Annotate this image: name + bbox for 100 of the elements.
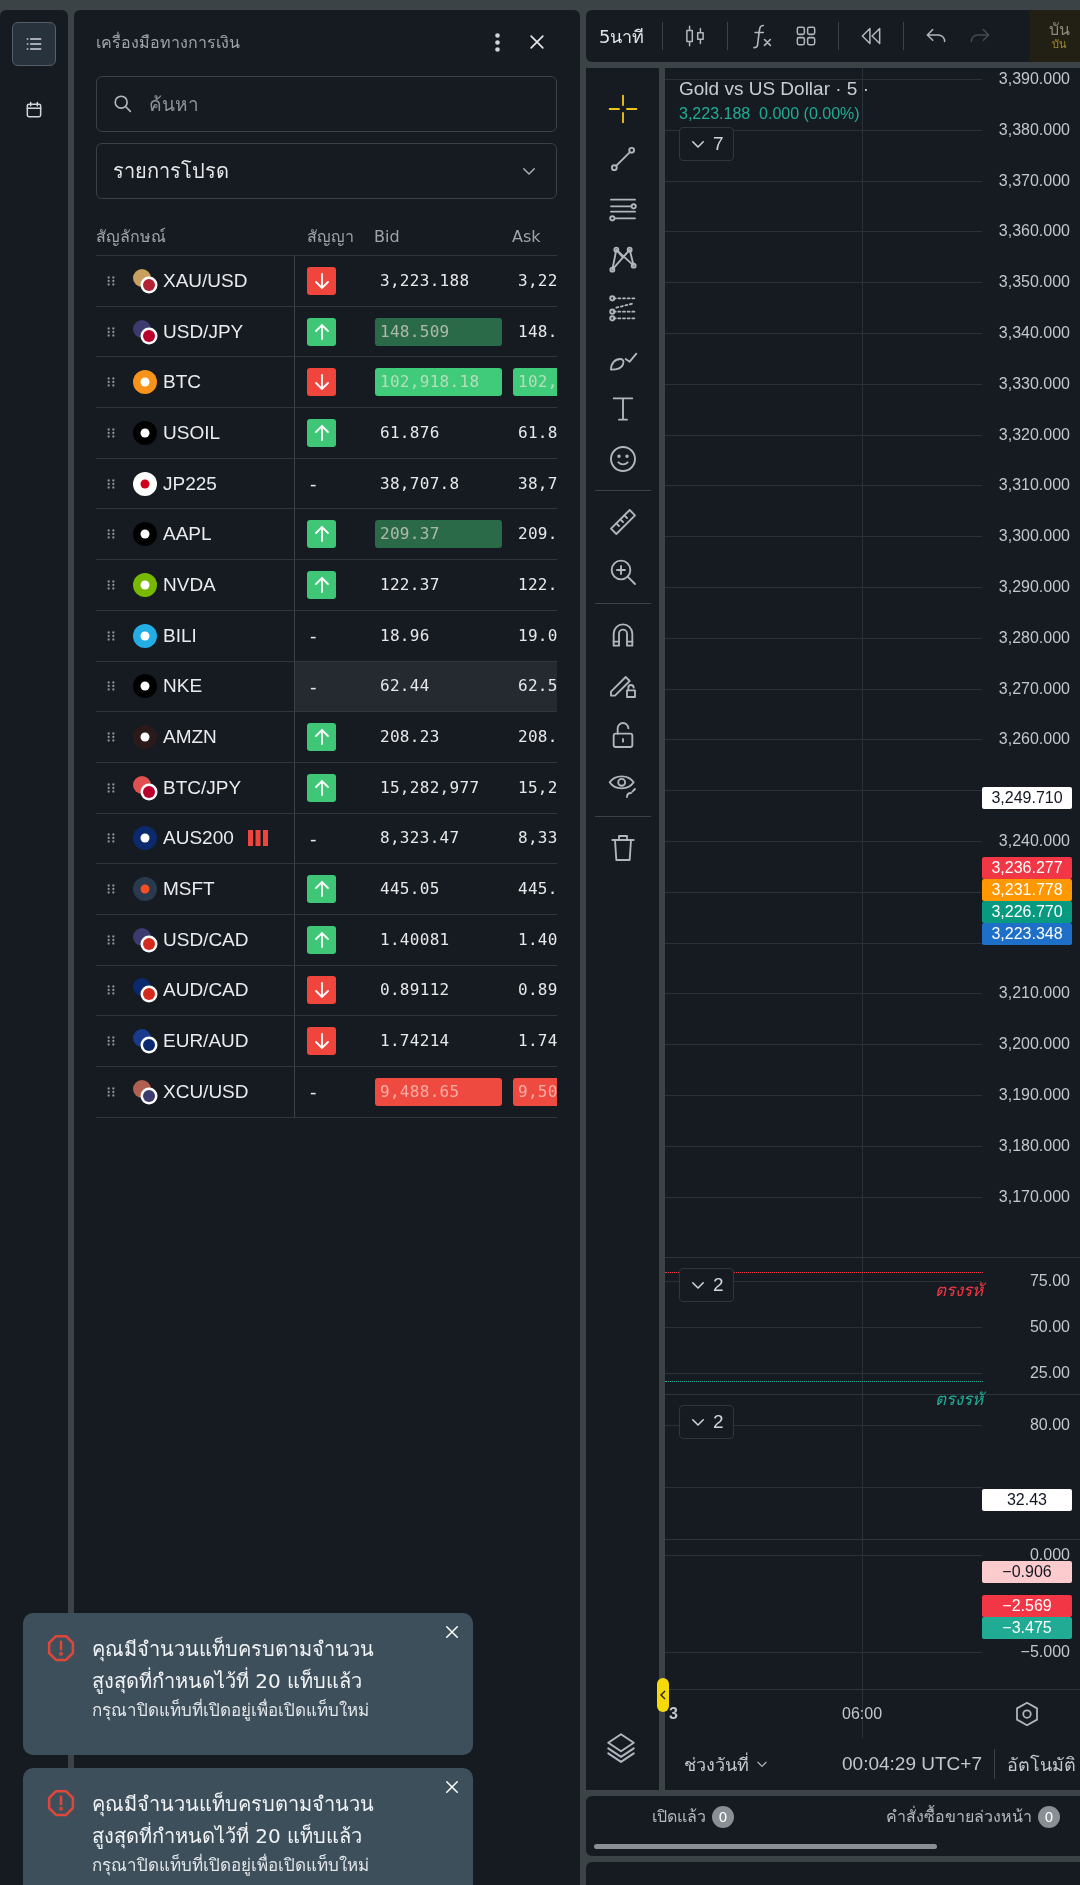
symbol-name: BILI [163, 624, 197, 647]
symbol-name: USD/JPY [163, 320, 244, 343]
collapse-handle[interactable] [657, 1678, 669, 1712]
symbol-name: BTC [163, 371, 201, 394]
axis-label: 3,200.000 [997, 1034, 1071, 1055]
price-cell-text: 18.96 [379, 624, 431, 647]
axis-label: 3,190.000 [997, 1084, 1071, 1105]
quote-row-highlight[interactable]: - 9,488.65 9,50 [294, 1067, 557, 1117]
quote-row-highlight[interactable]: 3,223.188 3,22 [294, 256, 557, 306]
axis-label: 3,290.000 [997, 576, 1071, 597]
date-range-button[interactable]: ช่วงวันที่ [684, 1749, 769, 1779]
watchlist-row[interactable]: EUR/AUD 1.74214 1.74 [96, 1016, 557, 1067]
quote-row-highlight[interactable]: 122.37 122. [294, 560, 557, 610]
price-cell-text: 38,7 [517, 472, 557, 495]
search-icon [112, 93, 134, 115]
watchlist-row[interactable]: USD/CAD 1.40081 1.40 [96, 914, 557, 966]
quote-row-highlight[interactable]: - 62.44 62.5 [294, 661, 557, 712]
more-icon [494, 32, 500, 52]
price-cell: 209.37 [375, 520, 502, 549]
logo-icon [132, 571, 158, 598]
axis-label: −5.000 [1019, 1642, 1071, 1662]
price-tag: 3,223.348 [982, 923, 1072, 945]
interval-button[interactable]: 5นาที [599, 21, 653, 51]
logo-icon [132, 369, 158, 396]
quote-row-highlight[interactable]: 209.37 209. [294, 509, 557, 560]
watchlist-row[interactable]: AMZN 208.23 208. [96, 712, 557, 763]
scrollbar[interactable] [594, 1844, 937, 1849]
price-cell-text: 445.05 [379, 878, 441, 901]
signal-text: - [309, 625, 317, 647]
watchlist-row[interactable]: NVDA 122.37 122. [96, 560, 557, 611]
price-cell: 9,50 [513, 1077, 557, 1106]
quote-row-highlight[interactable]: 0.89112 0.89 [294, 965, 557, 1016]
save-button[interactable]: บัน บัน [1030, 10, 1080, 62]
quote-row-highlight[interactable]: 61.876 61.8 [294, 408, 557, 458]
axis-label: 3,180.000 [997, 1135, 1071, 1156]
quote-row-highlight[interactable]: 208.23 208. [294, 712, 557, 762]
sidebar-button[interactable] [12, 22, 56, 66]
price-cell-text: 209. [517, 523, 557, 546]
axis-label: 3,210.000 [997, 983, 1071, 1004]
price-tag: −0.906 [982, 1561, 1072, 1583]
calendar-icon [24, 100, 44, 120]
quote-row-highlight[interactable]: 1.74214 1.74 [294, 1016, 557, 1066]
logo-icon [132, 1028, 158, 1055]
price-cell-text: 122. [517, 573, 557, 596]
quote-row-highlight[interactable]: - 8,323.47 8,33 [294, 813, 557, 864]
symbol-name: XCU/USD [163, 1080, 249, 1103]
symbol-name: USD/CAD [163, 928, 249, 951]
quote-row-highlight[interactable]: 15,282,977 15,2 [294, 762, 557, 813]
watchlist-row[interactable]: AAPL 209.37 209. [96, 509, 557, 561]
indicators-toggle[interactable]: 7 [679, 127, 734, 161]
price-cell-text: 208.23 [379, 726, 441, 749]
warning-icon [46, 1633, 76, 1663]
panel-tab[interactable]: คำสั่งซื้อขายล่วงหน้า 0 [886, 1804, 1060, 1829]
time-label: 06:00 [842, 1705, 883, 1723]
watchlist-row[interactable]: AUD/CAD 0.89112 0.89 [96, 965, 557, 1017]
time-label: 3 [669, 1705, 678, 1723]
watchlist-row[interactable]: USOIL 61.876 61.8 [96, 408, 557, 459]
price-cell-text: 0.89112 [379, 979, 451, 1002]
quote-row-highlight[interactable]: - 18.96 19.0 [294, 610, 557, 661]
watchlist-row[interactable]: AUS200 - 8,323.47 8,33 [96, 813, 557, 865]
price-cell-text: 61.876 [379, 421, 441, 444]
quote-row-highlight[interactable]: 148.509 148. [294, 306, 557, 357]
layers-button[interactable] [604, 1730, 638, 1764]
panel-tab[interactable]: เปิดแล้ว 0 [652, 1804, 734, 1829]
quote-row-highlight[interactable]: 1.40081 1.40 [294, 914, 557, 965]
indicators-toggle[interactable]: 2 [679, 1268, 734, 1302]
quote-row-highlight[interactable]: - 38,707.8 38,7 [294, 458, 557, 509]
axis-label: 3,310.000 [997, 475, 1071, 496]
price-cell-text: 62.5 [517, 675, 557, 698]
watchlist-row[interactable]: NKE - 62.44 62.5 [96, 661, 557, 713]
quote-row-highlight[interactable]: 445.05 445. [294, 864, 557, 914]
indicators-toggle[interactable]: 2 [679, 1405, 734, 1439]
watchlist-row[interactable]: XCU/USD - 9,488.65 9,50 [96, 1067, 557, 1118]
logo-icon [132, 977, 158, 1004]
price-cell-text: 15,2 [517, 776, 557, 799]
search-field[interactable]: ค้นหา [96, 76, 557, 132]
signal-text: - [309, 1081, 317, 1103]
panel-title: เครื่องมือทางการเงิน [96, 31, 241, 54]
auto-scale-button[interactable]: อัตโนมัติ [1007, 1749, 1080, 1779]
price-tag: 3,249.710 [982, 787, 1072, 809]
watchlist-row[interactable]: JP225 - 38,707.8 38,7 [96, 458, 557, 510]
axis-label: 3,350.000 [997, 272, 1071, 293]
logo-icon [132, 318, 158, 345]
symbol-name: AUD/CAD [163, 979, 249, 1002]
watchlist-row[interactable]: XAU/USD 3,223.188 3,22 [96, 256, 557, 307]
logo-icon [132, 926, 158, 953]
watchlist-row[interactable]: MSFT 445.05 445. [96, 864, 557, 915]
watchlist-row[interactable]: BILI - 18.96 19.0 [96, 610, 557, 662]
watchlist-row[interactable]: BTC 102,918.18 102, [96, 357, 557, 409]
toast-message: กรุณาปิดแท็บที่เปิดอยู่เพื่อเปิดแท็บใหม่ [92, 1697, 370, 1723]
axis-label: 3,260.000 [997, 729, 1071, 750]
watchlist-row[interactable]: USD/JPY 148.509 148. [96, 306, 557, 358]
price-cell-text: 3,223.188 [379, 269, 471, 292]
watchlist-row[interactable]: BTC/JPY 15,282,977 15,2 [96, 762, 557, 814]
watchlist-dropdown[interactable]: รายการโปรด [96, 143, 557, 199]
toast-message: กรุณาปิดแท็บที่เปิดอยู่เพื่อเปิดแท็บใหม่ [92, 1852, 370, 1878]
axis-label: 3,320.000 [997, 424, 1071, 445]
price-cell: 9,488.65 [375, 1077, 502, 1106]
price-cell-text: 1.74214 [379, 1030, 451, 1053]
symbol-name: BTC/JPY [163, 776, 242, 799]
